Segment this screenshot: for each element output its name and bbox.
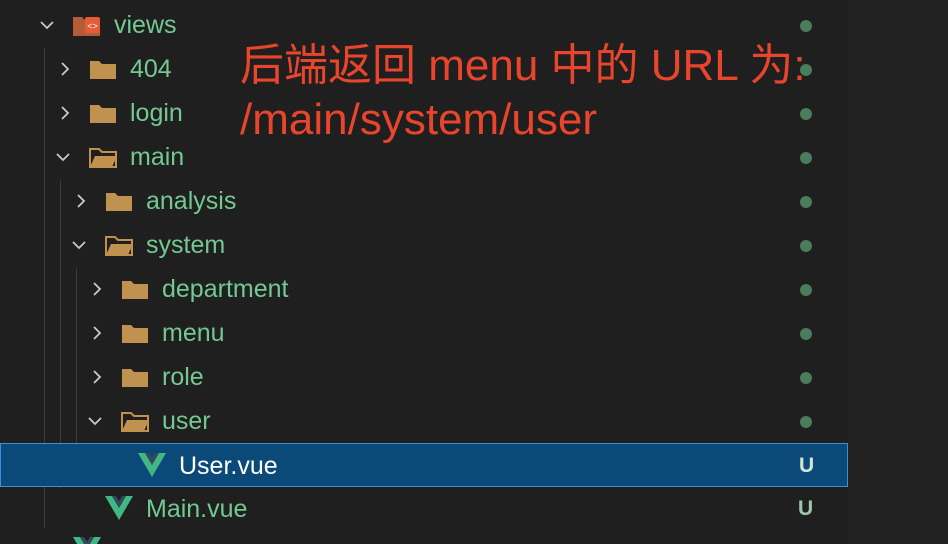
tree-item-menu[interactable]: menu — [0, 311, 848, 355]
status-dot — [800, 284, 812, 296]
folder-open-icon — [120, 409, 150, 433]
tree-item-label: user — [162, 407, 211, 435]
status-dot — [800, 20, 812, 32]
tree-item-label: login — [130, 99, 183, 127]
tree-item-label: Main.vue — [146, 495, 248, 523]
tree-item-label: views — [114, 11, 177, 39]
tree-item-role[interactable]: role — [0, 355, 848, 399]
tree-item-label: main — [130, 143, 185, 171]
folder-icon — [120, 321, 150, 345]
folder-icon — [120, 277, 150, 301]
chevron-down-icon[interactable] — [56, 150, 70, 164]
folder-icon — [88, 101, 118, 125]
editor-side-panel — [848, 0, 948, 544]
folder-icon — [104, 189, 134, 213]
status-dot — [800, 328, 812, 340]
status-dot — [800, 108, 812, 120]
tree-item-label: role — [162, 363, 204, 391]
chevron-right-icon[interactable] — [90, 326, 104, 340]
tree-item-label: analysis — [146, 187, 237, 215]
tree-item-department[interactable]: department — [0, 267, 848, 311]
chevron-down-icon[interactable] — [88, 414, 102, 428]
tree-item-main-vue[interactable]: Main.vue U — [0, 487, 848, 531]
chevron-down-icon[interactable] — [72, 238, 86, 252]
status-dot — [800, 416, 812, 428]
untracked-badge: U — [799, 454, 815, 477]
tree-item-analysis[interactable]: analysis — [0, 179, 848, 223]
tree-item-label: menu — [162, 319, 225, 347]
folder-icon — [88, 57, 118, 81]
tree-item-label: system — [146, 231, 226, 259]
svg-text:<>: <> — [87, 21, 98, 31]
tree-item-label: 404 — [130, 55, 172, 83]
tree-item-label: User.vue — [179, 452, 278, 480]
chevron-right-icon[interactable] — [90, 370, 104, 384]
tree-item-system[interactable]: system — [0, 223, 848, 267]
file-explorer-tree: <> views 404 login main analysis system … — [0, 0, 848, 544]
annotation-line-1: 后端返回 menu 中的 URL 为: — [240, 41, 806, 90]
untracked-badge: U — [798, 497, 814, 520]
chevron-right-icon[interactable] — [90, 282, 104, 296]
folder-open-icon — [88, 145, 118, 169]
views-folder-icon: <> — [72, 13, 102, 37]
annotation-line-2: /main/system/user — [240, 95, 597, 144]
status-dot — [800, 196, 812, 208]
vue-file-icon — [72, 536, 102, 544]
vue-file-icon — [137, 452, 167, 477]
folder-open-icon — [104, 233, 134, 257]
tree-item-label: department — [162, 275, 289, 303]
tree-item-user[interactable]: user — [0, 399, 848, 443]
chevron-right-icon[interactable] — [58, 62, 72, 76]
vue-file-icon — [104, 495, 134, 520]
status-dot — [800, 240, 812, 252]
status-dot — [800, 152, 812, 164]
chevron-down-icon[interactable] — [40, 18, 54, 32]
tree-item-user-vue[interactable]: User.vue U — [0, 443, 848, 487]
chevron-right-icon[interactable] — [58, 106, 72, 120]
status-dot — [800, 372, 812, 384]
chevron-right-icon[interactable] — [74, 194, 88, 208]
folder-icon — [120, 365, 150, 389]
